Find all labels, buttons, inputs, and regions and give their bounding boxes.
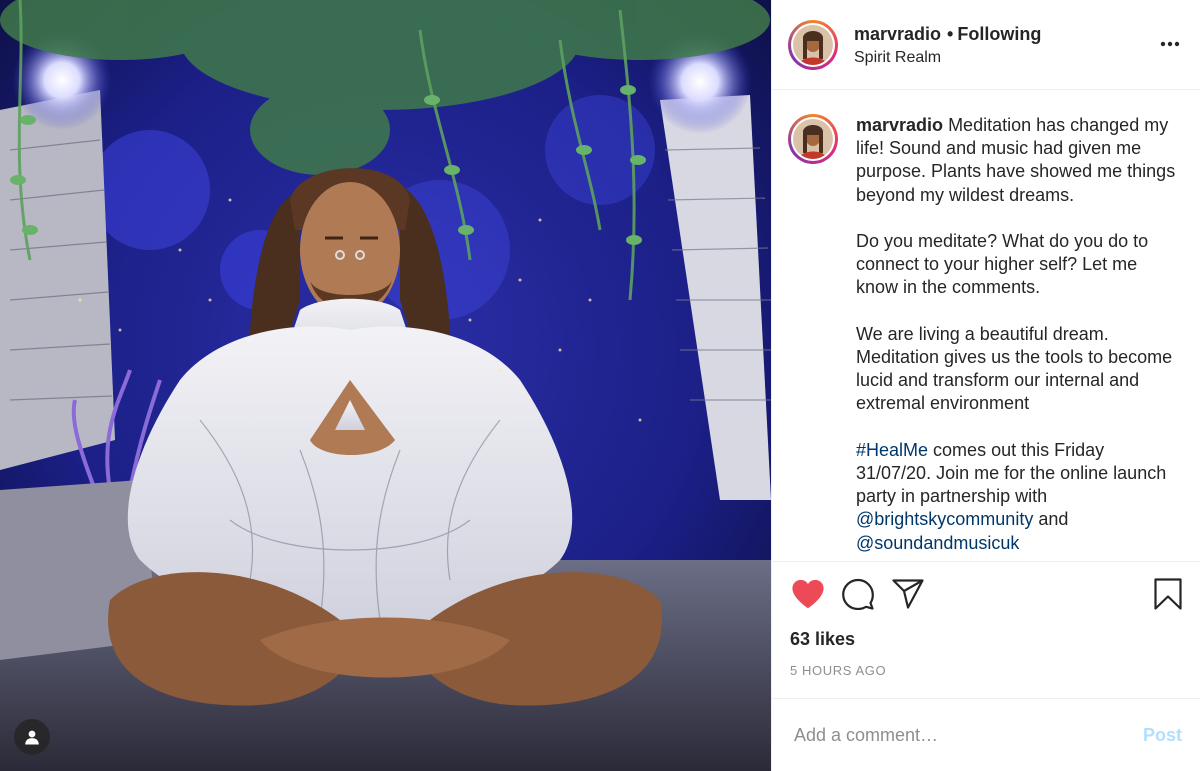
user-icon: [25, 730, 39, 745]
caption-username[interactable]: marvradio: [856, 115, 943, 135]
tagged-users-button[interactable]: [14, 719, 50, 755]
action-bar: [772, 562, 1200, 624]
mention-link[interactable]: @brightskycommunity: [856, 509, 1033, 529]
location-link[interactable]: Spirit Realm: [854, 49, 1041, 67]
share-button[interactable]: [890, 576, 926, 612]
save-button[interactable]: [1150, 576, 1186, 612]
comment-form: Post: [772, 699, 1200, 771]
author-avatar[interactable]: [788, 19, 838, 70]
following-button[interactable]: Following: [957, 24, 1041, 44]
follow-separator: •: [947, 23, 954, 44]
meditation-illustration: [0, 0, 771, 771]
caption-paragraph-3: We are living a beautiful dream. Meditat…: [856, 323, 1173, 414]
post-details-panel: marvradio • Following Spirit Realm marvr…: [771, 0, 1200, 771]
more-options-button[interactable]: [1158, 32, 1182, 56]
post-image[interactable]: [0, 0, 771, 771]
caption-paragraph-2: Do you meditate? What do you do to conne…: [856, 231, 1149, 298]
post-comment-button[interactable]: Post: [1143, 725, 1182, 746]
caption-avatar[interactable]: [788, 114, 838, 164]
share-icon: [892, 579, 924, 609]
avatar-image: [793, 24, 833, 65]
author-username[interactable]: marvradio: [854, 24, 941, 44]
post-caption: marvradio Meditation has changed my life…: [856, 114, 1184, 561]
comments-area[interactable]: marvradio Meditation has changed my life…: [772, 90, 1200, 562]
comment-icon: [842, 578, 874, 610]
comment-input[interactable]: [792, 723, 1143, 747]
likes-count[interactable]: 63 likes: [772, 624, 1200, 654]
post-timestamp[interactable]: 5 HOURS AGO: [772, 654, 1200, 699]
caption-paragraph-4: #HealMe comes out this Friday 31/07/20. …: [856, 439, 1167, 553]
heart-filled-icon: [792, 579, 824, 609]
like-button[interactable]: [790, 576, 826, 612]
more-horizontal-icon: [1160, 41, 1180, 47]
avatar-image: [793, 119, 833, 159]
bookmark-icon: [1154, 578, 1182, 610]
mention-link[interactable]: @soundandmusicuk: [856, 533, 1019, 553]
post-header: marvradio • Following Spirit Realm: [772, 0, 1200, 90]
instagram-post: marvradio • Following Spirit Realm marvr…: [0, 0, 1200, 771]
hashtag-link[interactable]: #HealMe: [856, 440, 928, 460]
comment-button[interactable]: [840, 576, 876, 612]
